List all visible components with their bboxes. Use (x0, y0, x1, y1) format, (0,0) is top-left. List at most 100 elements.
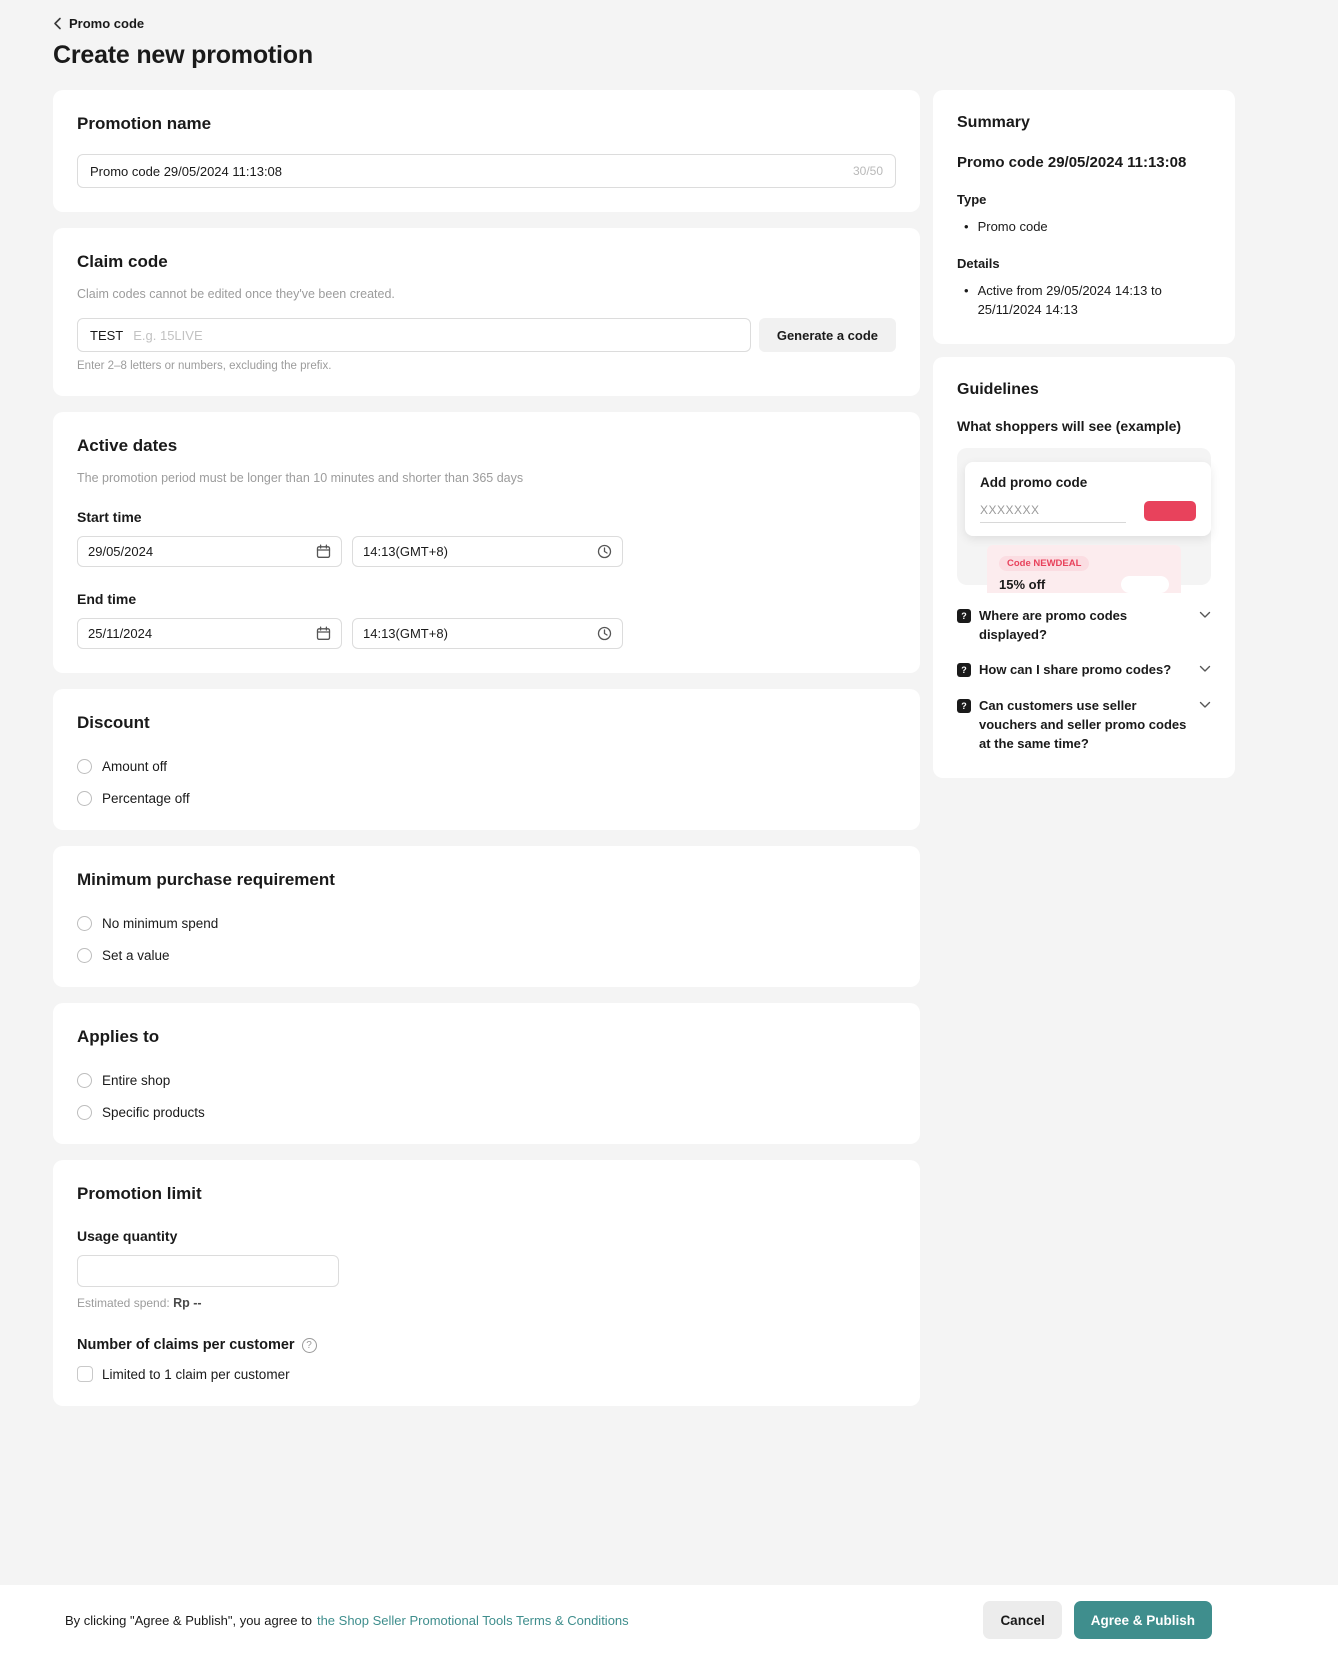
estimated-spend: Estimated spend: Rp -- (77, 1296, 896, 1310)
footer-bar: By clicking "Agree & Publish", you agree… (0, 1585, 1338, 1655)
example-discount-text: 15% off (999, 577, 1045, 592)
radio-entire-shop[interactable]: Entire shop (77, 1073, 170, 1088)
faq-question-text: Where are promo codes displayed? (979, 607, 1191, 645)
end-time-picker[interactable]: 14:13(GMT+8) (352, 618, 623, 649)
summary-title: Summary (957, 114, 1211, 132)
radio-specific-products[interactable]: Specific products (77, 1105, 205, 1120)
shopper-example-illustration: Add promo code XXXXXXX Code NEWDEAL 15% … (957, 448, 1211, 590)
radio-icon[interactable] (77, 948, 92, 963)
radio-icon[interactable] (77, 916, 92, 931)
guidelines-subtitle: What shoppers will see (example) (957, 418, 1211, 434)
clock-icon (597, 544, 612, 559)
radio-label: Set a value (102, 948, 170, 963)
promotion-name-card: Promotion name 30/50 (53, 90, 920, 212)
usage-quantity-field[interactable] (77, 1255, 339, 1287)
radio-label: Amount off (102, 759, 167, 774)
claim-code-title: Claim code (77, 252, 896, 272)
promotion-limit-card: Promotion limit Usage quantity Estimated… (53, 1160, 920, 1406)
example-code-input: XXXXXXX (980, 503, 1126, 523)
claim-code-description: Claim codes cannot be edited once they'v… (77, 287, 896, 301)
cancel-button[interactable]: Cancel (983, 1601, 1061, 1639)
chevron-down-icon[interactable] (1199, 611, 1211, 619)
back-button[interactable]: Promo code (53, 16, 144, 31)
page-header: Promo code Create new promotion (0, 0, 1338, 70)
back-chevron-icon (53, 17, 62, 30)
usage-quantity-label: Usage quantity (77, 1228, 896, 1244)
generate-code-button[interactable]: Generate a code (759, 318, 896, 352)
radio-icon[interactable] (77, 1105, 92, 1120)
applies-to-card: Applies to Entire shop Specific products (53, 1003, 920, 1144)
applies-to-title: Applies to (77, 1027, 896, 1047)
chevron-down-icon[interactable] (1199, 665, 1211, 673)
discount-card: Discount Amount off Percentage off (53, 689, 920, 830)
chevron-down-icon[interactable] (1199, 701, 1211, 709)
summary-details-label: Details (957, 256, 1211, 271)
calendar-icon (316, 626, 331, 641)
end-date-value: 25/11/2024 (88, 626, 152, 641)
start-time-label: Start time (77, 509, 896, 525)
clock-icon (597, 626, 612, 641)
end-time-value: 14:13(GMT+8) (363, 626, 448, 641)
guidelines-title: Guidelines (957, 381, 1211, 399)
claim-code-input[interactable] (133, 328, 738, 343)
claim-code-field[interactable]: TEST (77, 318, 751, 352)
faq-where-displayed[interactable]: Where are promo codes displayed? (957, 607, 1211, 645)
example-apply-button (1144, 501, 1196, 521)
help-circle-icon[interactable] (302, 1338, 317, 1353)
faq-question-icon (957, 699, 971, 713)
promotion-limit-title: Promotion limit (77, 1184, 896, 1204)
start-date-value: 29/05/2024 (88, 544, 153, 559)
example-add-promo-label: Add promo code (980, 475, 1196, 490)
promotion-name-input[interactable] (90, 164, 853, 179)
faq-question-text: Can customers use seller vouchers and se… (979, 697, 1191, 754)
checkbox-label: Limited to 1 claim per customer (102, 1367, 290, 1382)
claim-code-prefix: TEST (90, 328, 123, 343)
terms-link[interactable]: the Shop Seller Promotional Tools Terms … (317, 1613, 629, 1628)
claims-per-customer-label: Number of claims per customer (77, 1337, 295, 1353)
char-counter: 30/50 (853, 164, 883, 178)
agreement-text: By clicking "Agree & Publish", you agree… (65, 1613, 629, 1628)
promotion-name-field[interactable]: 30/50 (77, 154, 896, 188)
claim-code-helper: Enter 2–8 letters or numbers, excluding … (77, 360, 896, 372)
summary-card: Summary Promo code 29/05/2024 11:13:08 T… (933, 90, 1235, 344)
start-time-picker[interactable]: 14:13(GMT+8) (352, 536, 623, 567)
claim-code-card: Claim code Claim codes cannot be edited … (53, 228, 920, 396)
minimum-purchase-title: Minimum purchase requirement (77, 870, 896, 890)
summary-details-value: Active from 29/05/2024 14:13 to 25/11/20… (957, 282, 1211, 320)
end-date-picker[interactable]: 25/11/2024 (77, 618, 342, 649)
end-time-label: End time (77, 591, 896, 607)
usage-quantity-input[interactable] (90, 1264, 326, 1279)
back-label: Promo code (69, 16, 144, 31)
summary-type-label: Type (957, 192, 1211, 207)
radio-icon[interactable] (77, 1073, 92, 1088)
example-voucher: Code NEWDEAL 15% off (987, 545, 1181, 593)
faq-question-text: How can I share promo codes? (979, 661, 1191, 680)
faq-question-icon (957, 663, 971, 677)
guidelines-card: Guidelines What shoppers will see (examp… (933, 357, 1235, 778)
radio-label: Percentage off (102, 791, 190, 806)
discount-title: Discount (77, 713, 896, 733)
example-claim-pill (1121, 576, 1169, 593)
summary-type-value: Promo code (957, 218, 1211, 237)
agree-publish-button[interactable]: Agree & Publish (1074, 1601, 1212, 1639)
faq-vouchers-and-codes[interactable]: Can customers use seller vouchers and se… (957, 697, 1211, 754)
radio-no-minimum-spend[interactable]: No minimum spend (77, 916, 218, 931)
radio-icon[interactable] (77, 791, 92, 806)
start-time-value: 14:13(GMT+8) (363, 544, 448, 559)
checkbox-icon[interactable] (77, 1366, 93, 1382)
active-dates-card: Active dates The promotion period must b… (53, 412, 920, 673)
radio-label: Entire shop (102, 1073, 170, 1088)
calendar-icon (316, 544, 331, 559)
radio-icon[interactable] (77, 759, 92, 774)
limit-one-claim-checkbox-row[interactable]: Limited to 1 claim per customer (77, 1366, 290, 1382)
estimated-spend-label: Estimated spend: (77, 1296, 170, 1310)
faq-how-share[interactable]: How can I share promo codes? (957, 661, 1211, 680)
start-date-picker[interactable]: 29/05/2024 (77, 536, 342, 567)
radio-amount-off[interactable]: Amount off (77, 759, 167, 774)
example-add-promo-card: Add promo code XXXXXXX (965, 462, 1211, 536)
radio-percentage-off[interactable]: Percentage off (77, 791, 190, 806)
radio-set-a-value[interactable]: Set a value (77, 948, 170, 963)
agreement-prefix: By clicking "Agree & Publish", you agree… (65, 1613, 312, 1628)
faq-question-icon (957, 609, 971, 623)
example-code-badge: Code NEWDEAL (999, 556, 1089, 571)
